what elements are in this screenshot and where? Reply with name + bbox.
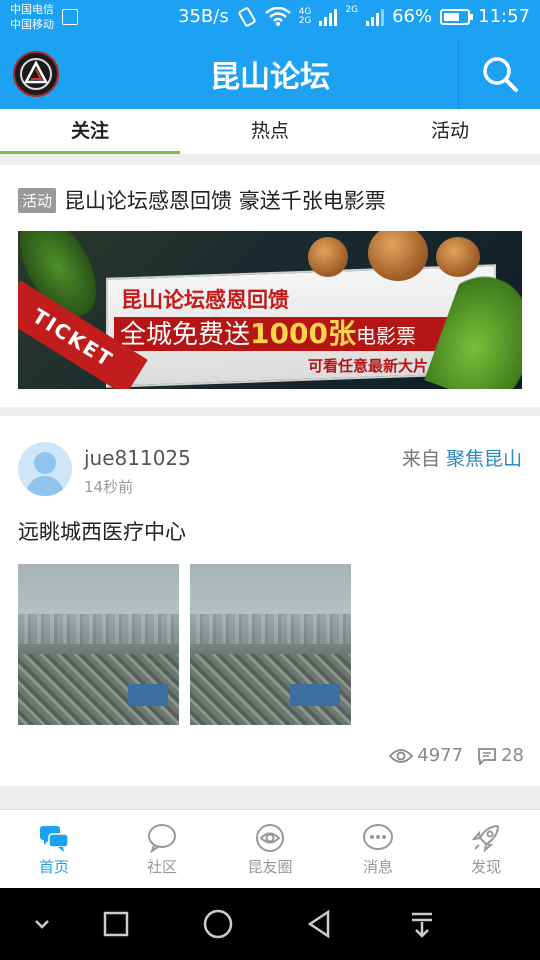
signal-1-icon [319,8,338,26]
battery-fill [444,12,460,21]
vibrate-icon [238,6,256,27]
notification-pulldown-icon[interactable] [404,906,440,942]
battery-percent: 66% [392,6,433,27]
eye-icon [389,748,414,763]
username[interactable]: jue811025 [84,446,191,470]
photo-city [190,614,351,644]
recent-apps-icon[interactable] [98,906,134,942]
network-2g-b: 2G [345,5,359,15]
activity-banner[interactable]: 昆山论坛感恩回馈 全城免费送1000张电影票 可看任意最新大片 TICKET [18,231,522,389]
tab-hot[interactable]: 热点 [180,109,360,154]
banner-line-3: 可看任意最新大片 [308,357,429,375]
rocket-icon [471,824,500,853]
activity-header: 活动 昆山论坛感恩回馈 豪送千张电影票 [18,185,386,215]
nav-community[interactable]: 社区 [108,810,216,888]
tab-follow[interactable]: 关注 [0,109,180,154]
banner-line-2-prefix: 全城免费送 [120,320,251,350]
nav-friends-label: 昆友圈 [247,858,293,876]
monkey-1 [308,237,348,277]
post-card[interactable]: jue811025 14秒前 来自 聚焦昆山 远眺城西医疗中心 4977 28 [0,416,540,786]
signal-2-icon [366,8,385,26]
comment-count-value: 28 [501,745,524,766]
post-photo-1[interactable] [18,564,179,725]
app-bar: 昆山论坛 [0,38,540,109]
activity-tag: 活动 [18,187,57,213]
post-stats: 4977 28 [389,745,524,766]
network-2g: 2G [298,15,312,26]
status-indicators: 35B/s 4G 2G 2G 66% 11:57 [178,5,530,28]
banner-line-1: 昆山论坛感恩回馈 [121,288,289,312]
view-count-value: 4977 [417,745,464,766]
eye-circle-icon [256,824,284,852]
nav-friends[interactable]: 昆友圈 [216,810,324,888]
nav-home-label: 首页 [38,858,69,876]
photo-building [290,684,340,706]
message-dots-icon [363,824,393,850]
source-link[interactable]: 聚焦昆山 [446,448,522,470]
avatar[interactable] [18,442,72,496]
from-label: 来自 [401,448,440,470]
banner-line-2: 全城免费送1000张电影票 [114,317,474,351]
status-bar: 中国电信 中国移动 35B/s 4G 2G 2G 66% 11:57 [0,0,540,38]
image-notification-icon [62,9,78,25]
nav-messages-label: 消息 [362,858,393,876]
carrier-1: 中国电信 [10,3,54,16]
nav-messages[interactable]: 消息 [324,810,432,888]
wifi-icon [264,6,291,26]
nav-discover-label: 发现 [470,858,501,876]
post-time: 14秒前 [84,478,134,496]
nav-community-label: 社区 [146,858,177,876]
app-title: 昆山论坛 [210,60,330,95]
activity-title[interactable]: 昆山论坛感恩回馈 豪送千张电影票 [64,185,386,215]
carrier-2: 中国移动 [10,18,54,31]
battery-icon [440,8,474,25]
back-triangle-icon[interactable] [302,906,338,942]
tab-activity[interactable]: 活动 [360,109,540,154]
post-source: 来自 聚焦昆山 [402,444,522,471]
post-title[interactable]: 远眺城西医疗中心 [18,516,186,546]
system-nav-bar [0,888,540,960]
chat-bubbles-icon [40,826,69,852]
banner-line-2-highlight: 1000张 [250,317,356,350]
bottom-nav: 首页 社区 昆友圈 消息 发现 [0,809,540,888]
clock: 11:57 [478,6,530,27]
home-circle-icon[interactable] [200,906,236,942]
nav-home[interactable]: 首页 [0,810,108,888]
avatar-body [26,476,64,496]
view-count: 4977 [389,745,463,766]
comment-icon [478,747,496,765]
network-type: 4G 2G [298,7,312,26]
post-photo-2[interactable] [190,564,351,725]
avatar-head [34,452,56,474]
comment-count[interactable]: 28 [477,745,524,766]
speech-bubble-icon [148,824,176,854]
net-speed: 35B/s [178,6,229,27]
photo-city [18,614,179,644]
nav-discover[interactable]: 发现 [432,810,540,888]
search-icon[interactable] [480,54,520,94]
chevron-down-icon[interactable] [24,906,60,942]
photo-building [128,684,168,706]
activity-card[interactable]: 活动 昆山论坛感恩回馈 豪送千张电影票 昆山论坛感恩回馈 全城免费送1000张电… [0,165,540,407]
banner-line-2-suffix: 电影票 [355,324,416,348]
tab-bar: 关注 热点 活动 [0,109,540,154]
search-divider [458,38,459,109]
carrier-names: 中国电信 中国移动 [10,2,54,32]
